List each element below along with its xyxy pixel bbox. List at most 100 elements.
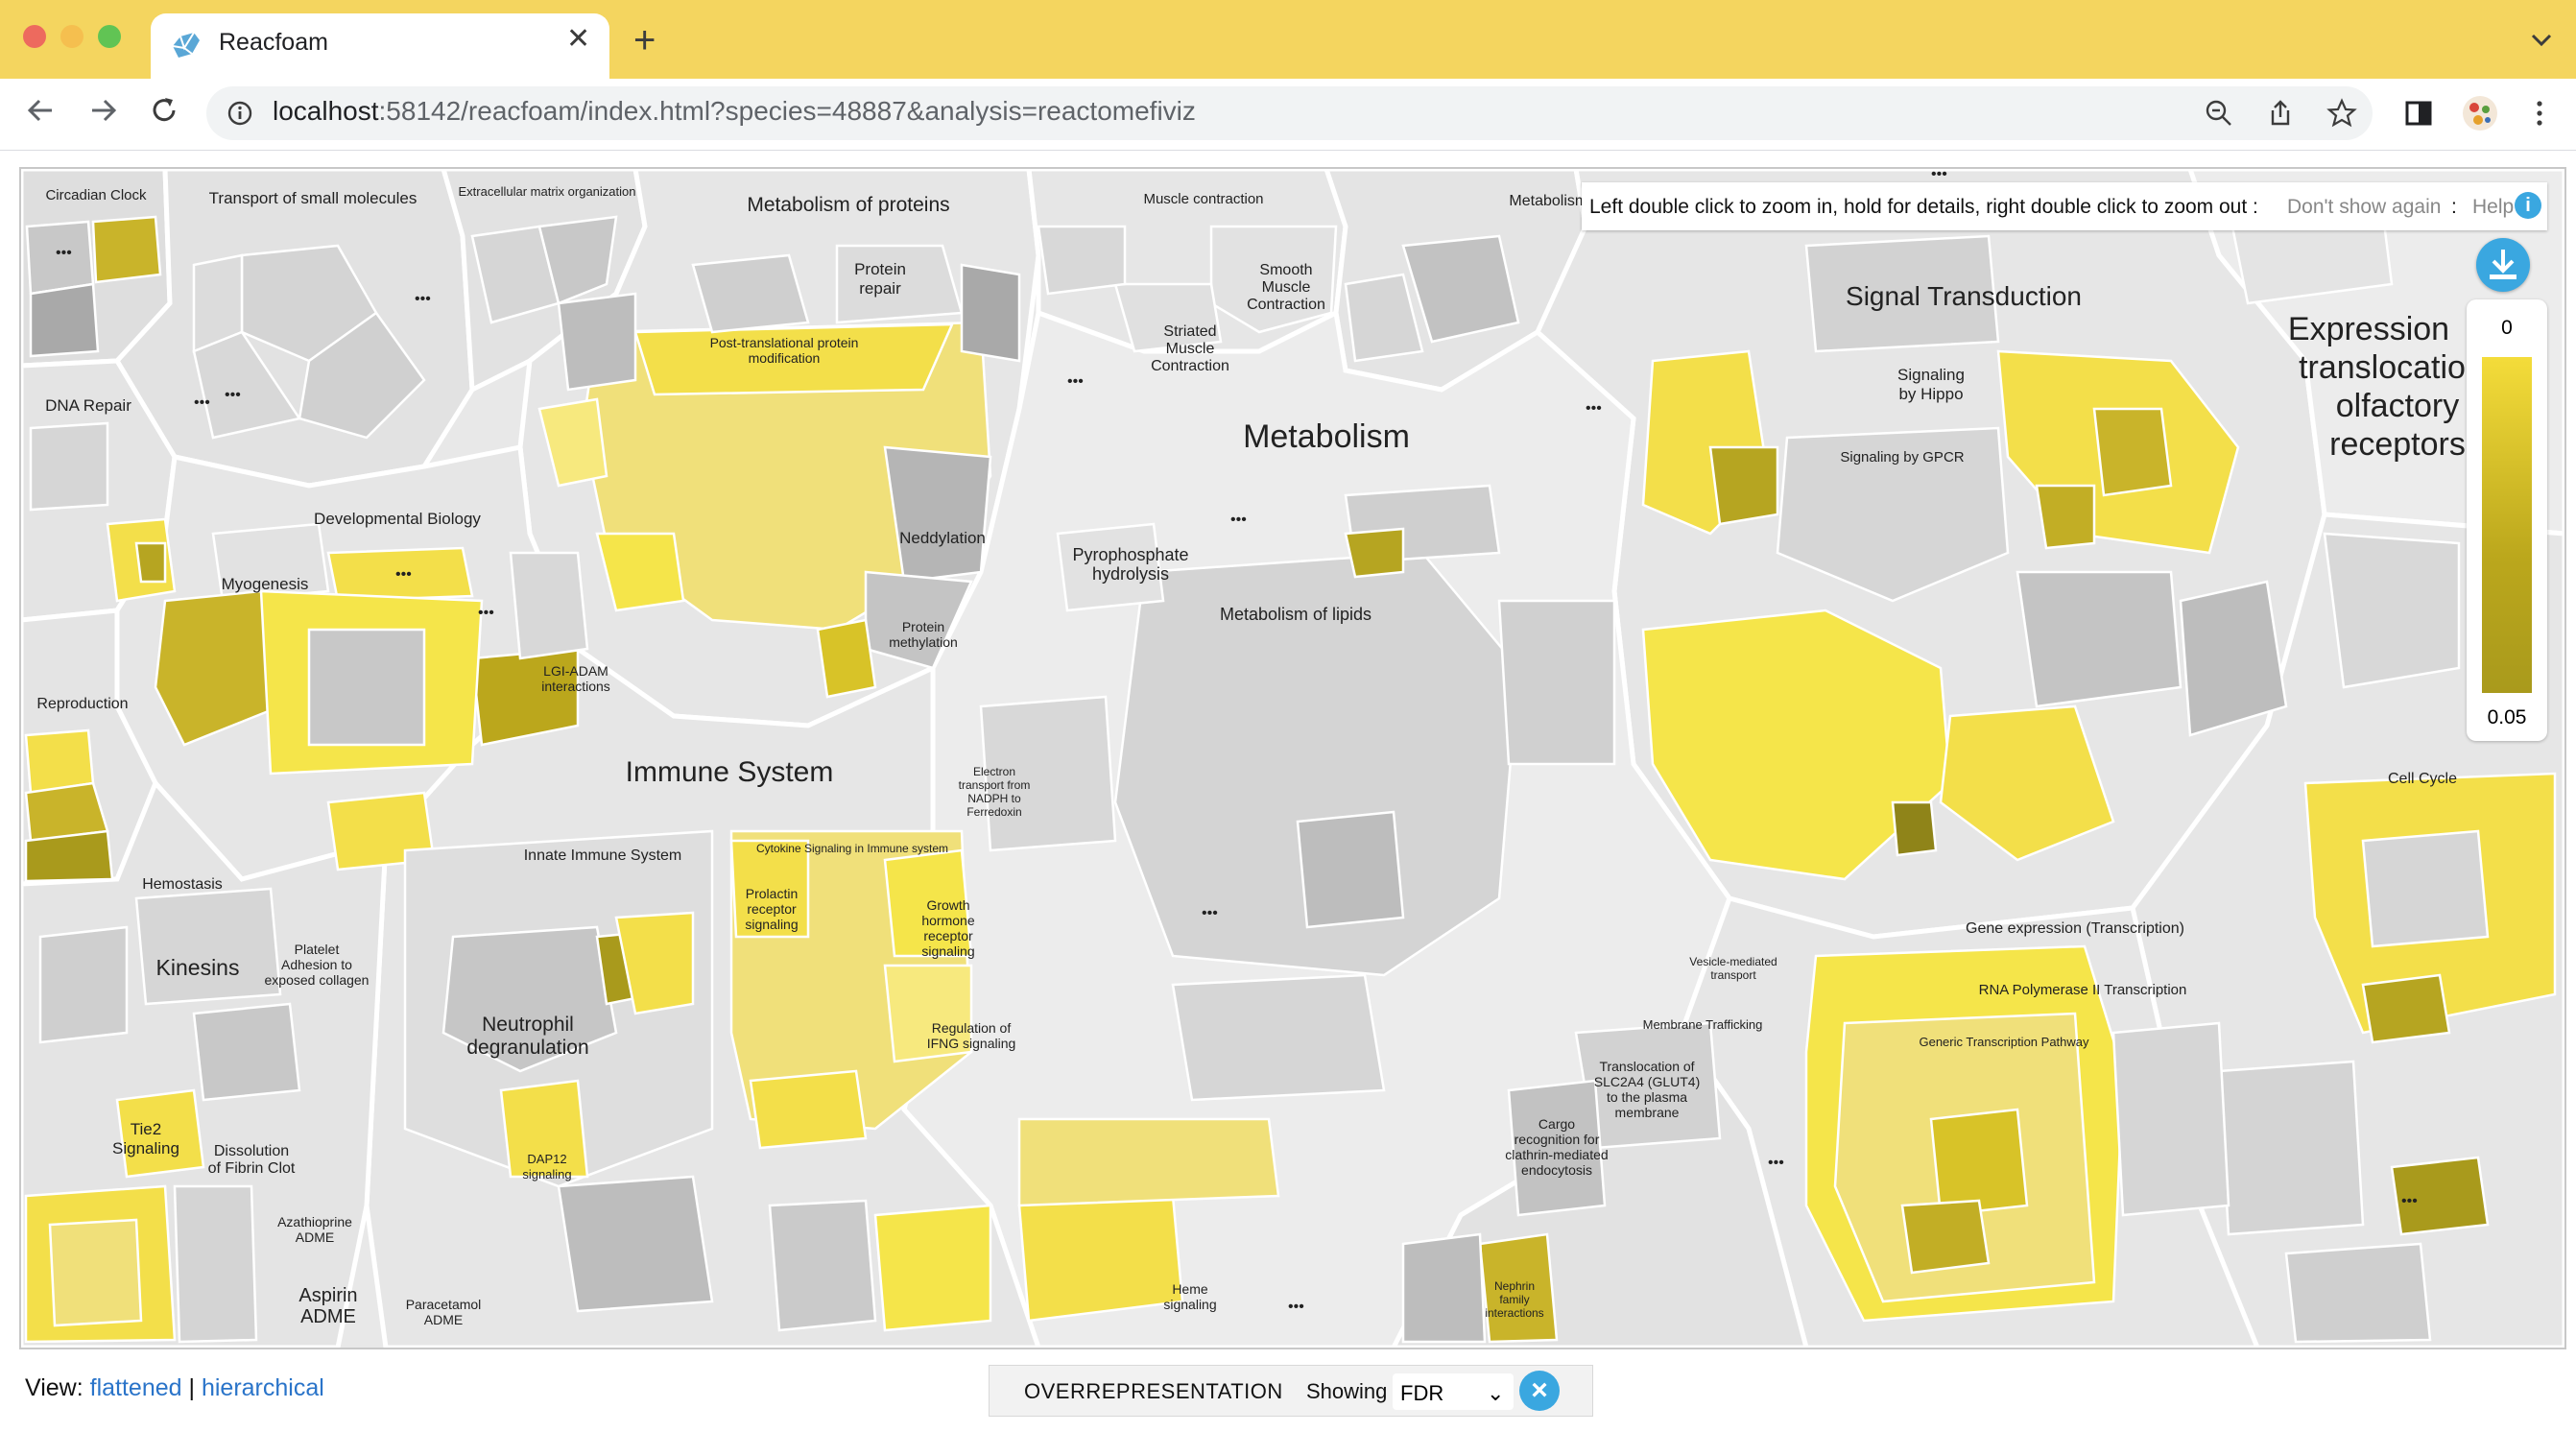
cell-cycle-olive[interactable]: [2361, 973, 2451, 1044]
cell-membrane-grey-1[interactable]: [1401, 1232, 1487, 1344]
label-striated-1: Striated: [1163, 323, 1216, 340]
cell-immune-yellow-3[interactable]: [873, 1204, 992, 1332]
tab-search-chevron-icon[interactable]: [2530, 33, 2553, 48]
hint-separator: :: [2451, 196, 2457, 218]
label-smooth-3: Contraction: [1247, 297, 1325, 313]
cell-dna-grey[interactable]: [29, 421, 109, 512]
cell-immune-yellow-2[interactable]: [749, 1069, 868, 1150]
cell-neddylation[interactable]: [883, 445, 992, 584]
share-icon[interactable]: [2265, 98, 2296, 129]
cell-hemostasis-grey-3[interactable]: [173, 1184, 258, 1344]
help-link[interactable]: Help: [2472, 196, 2514, 219]
cell-st-grey-2[interactable]: [2015, 570, 2182, 708]
cell-olfactory-2[interactable]: [2323, 532, 2461, 689]
minimize-window-button[interactable]: [60, 25, 83, 48]
url-text[interactable]: localhost:58142/reacfoam/index.html?spec…: [273, 96, 1196, 127]
cell-metabolism-olive[interactable]: [1344, 527, 1405, 579]
cell-metabolism-grey-3[interactable]: [1497, 599, 1616, 766]
zoom-icon[interactable]: [2204, 98, 2234, 129]
cell-st-olive-1[interactable]: [2092, 407, 2173, 497]
download-button[interactable]: [2476, 238, 2530, 292]
tab-close-icon[interactable]: ✕: [566, 25, 590, 54]
cell-lgi-adam[interactable]: [509, 551, 589, 660]
label-platelet-1: Platelet: [295, 942, 340, 957]
extension-avatar-icon[interactable]: [2461, 94, 2499, 132]
label-dissolution-1: Dissolution: [214, 1143, 289, 1159]
cell-gene-grey-1[interactable]: [2111, 1021, 2230, 1217]
cell-st-grey-3[interactable]: [2179, 580, 2288, 737]
cell-cycle-grey-1[interactable]: [2361, 829, 2490, 948]
cell-kinesins[interactable]: [134, 887, 282, 1006]
close-window-button[interactable]: [23, 25, 46, 48]
cell-st-olive-3[interactable]: [2035, 484, 2096, 550]
label-neutrophil-1: Neutrophil: [482, 1014, 574, 1036]
analysis-type-label: OVERREPRESENTATION: [1024, 1379, 1283, 1403]
cell-immune-grey-2[interactable]: [557, 1175, 714, 1313]
svg-text:•••: •••: [1931, 169, 1947, 182]
zoom-hint-banner: Left double click to zoom in, hold for d…: [1582, 182, 2547, 230]
dont-show-again-link[interactable]: Don't show again: [2287, 196, 2441, 219]
cell-eukaryotic-translation[interactable]: [960, 263, 1021, 363]
cell-ppara[interactable]: [1296, 810, 1405, 929]
label-prolactin-1: Prolactin: [746, 886, 798, 901]
label-dna-repair: DNA Repair: [45, 396, 131, 415]
cell-gene-dark-2[interactable]: [1900, 1199, 1991, 1275]
help-info-icon[interactable]: i: [2515, 192, 2541, 219]
label-electron-2: transport from: [959, 778, 1031, 792]
label-azathioprine-2: ADME: [296, 1229, 334, 1245]
cell-mp-grey-2[interactable]: [557, 292, 637, 392]
site-info-icon[interactable]: [227, 100, 253, 127]
close-analysis-icon[interactable]: ×: [1519, 1371, 1560, 1411]
cell-hemostasis-grey-2[interactable]: [192, 1002, 301, 1102]
hierarchical-view-link[interactable]: hierarchical: [202, 1374, 324, 1401]
bookmark-star-icon[interactable]: [2326, 98, 2357, 129]
chevron-down-icon: ⌄: [1487, 1381, 1505, 1405]
label-myogenesis: Myogenesis: [222, 575, 309, 593]
maximize-window-button[interactable]: [98, 25, 121, 48]
cell-cellular-stress[interactable]: [1017, 1117, 1280, 1207]
cell-apoptosis-grey[interactable]: [48, 1218, 143, 1327]
cell-immune-grey-1[interactable]: [768, 1199, 877, 1332]
url-host: localhost: [273, 96, 379, 126]
cell-cycle-grey-3[interactable]: [2284, 1242, 2432, 1344]
cell-dev-grey[interactable]: [307, 628, 426, 747]
label-striated-2: Muscle: [1166, 341, 1215, 357]
back-arrow-icon[interactable]: [25, 94, 58, 127]
cell-cycle-grey-2[interactable]: [2217, 1060, 2365, 1236]
svg-text:•••: •••: [1067, 373, 1084, 390]
cell-circadian-2[interactable]: [91, 215, 162, 284]
cell-st-olive-4[interactable]: [1891, 800, 1938, 857]
label-ifng-1: Regulation of: [932, 1020, 1012, 1036]
label-electron-3: NADPH to: [967, 792, 1021, 805]
cell-hemostasis-grey-1[interactable]: [38, 925, 129, 1044]
metric-value: FDR: [1400, 1381, 1444, 1405]
cell-meiotic-recombination[interactable]: [24, 829, 114, 883]
browser-menu-icon[interactable]: [2532, 98, 2547, 129]
label-extracellular-matrix: Extracellular matrix organization: [459, 184, 636, 199]
reacfoam-canvas[interactable]: ••• ••• ••• ••• ••• ••• ••• ••• ••• ••• ••• ••• …: [19, 167, 2566, 1349]
pathway-voronoi-map[interactable]: ••••••••• ••••••••• ••••••••• ••••••••• …: [21, 169, 2564, 1348]
legend-gradient: [2482, 357, 2532, 693]
cell-circadian-3[interactable]: [29, 282, 100, 358]
cell-heme[interactable]: [1017, 1194, 1184, 1323]
hint-text: Left double click to zoom in, hold for d…: [1589, 196, 2258, 218]
flattened-view-link[interactable]: flattened: [90, 1374, 182, 1401]
cell-mp-grey-1[interactable]: [691, 253, 810, 334]
label-kinesins: Kinesins: [156, 955, 240, 980]
label-metabolism-of-proteins: Metabolism of proteins: [747, 194, 949, 216]
reload-icon[interactable]: [148, 94, 180, 127]
cell-dna-olive[interactable]: [134, 541, 167, 584]
url-path: :58142/reacfoam/index.html?species=48887…: [378, 96, 1196, 126]
cell-st-olive-2[interactable]: [1708, 445, 1779, 526]
cell-metabolism-grey-2[interactable]: [1171, 973, 1386, 1102]
new-tab-button[interactable]: +: [633, 21, 656, 60]
cell-mp-yellow-2[interactable]: [816, 618, 877, 699]
cell-gene-dark-1[interactable]: [1929, 1108, 2029, 1217]
side-panel-icon[interactable]: [2403, 98, 2434, 129]
showing-label: Showing: [1306, 1379, 1388, 1403]
metric-select[interactable]: FDR ⌄: [1393, 1373, 1514, 1410]
label-protein-repair-2: repair: [859, 279, 901, 298]
browser-tab-strip: Reacfoam ✕ +: [0, 0, 2576, 79]
cell-muscle-grey[interactable]: [1037, 225, 1127, 296]
forward-arrow-icon[interactable]: [86, 94, 119, 127]
